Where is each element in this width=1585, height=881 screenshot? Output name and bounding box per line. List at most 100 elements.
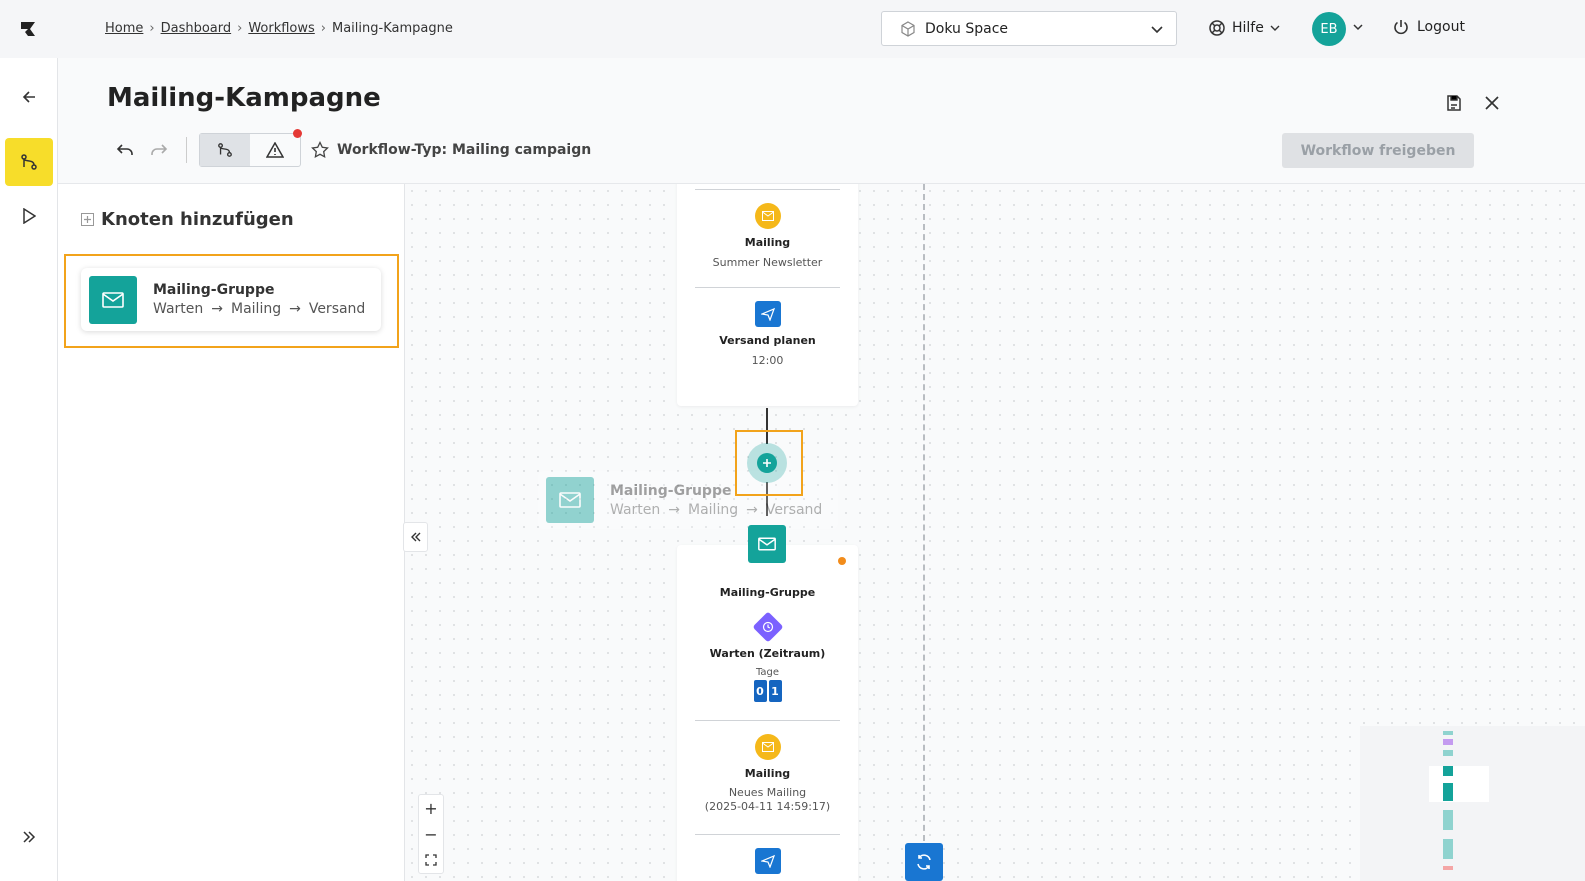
minimap-block [1443, 750, 1453, 756]
step-label: Mailing [688, 501, 739, 518]
workflow-type: Workflow-Typ: Mailing campaign [311, 141, 591, 159]
plus-square-icon [81, 213, 94, 226]
workflow-node-lower[interactable]: Mailing-Gruppe Warten (Zeitraum) Tage 0 … [677, 545, 858, 881]
minimap-block [1443, 783, 1453, 801]
chevron-down-icon [1151, 25, 1163, 33]
chevron-right-icon: › [149, 21, 155, 36]
step-name: Warten (Zeitraum) [709, 647, 826, 660]
logout-label: Logout [1417, 19, 1465, 35]
clock-icon [751, 611, 784, 643]
top-bar: Home › Dashboard › Workflows › Mailing-K… [58, 0, 1585, 58]
mail-icon [89, 275, 137, 324]
step-name: Versand planen [719, 334, 816, 347]
expand-rail-icon[interactable] [5, 813, 53, 861]
add-node-panel: Knoten hinzufügen Mailing-Gruppe Warten … [58, 184, 405, 881]
group-title: Mailing-Gruppe [677, 586, 858, 599]
workflow-view-button[interactable] [200, 134, 250, 166]
breadcrumb-workflows[interactable]: Workflows [248, 21, 314, 36]
help-label: Hilfe [1232, 20, 1264, 36]
undo-button[interactable] [108, 133, 142, 167]
breadcrumb-dashboard[interactable]: Dashboard [161, 21, 232, 36]
highlight-frame [735, 430, 803, 496]
step-name: Mailing [744, 236, 791, 249]
mail-icon [546, 477, 594, 523]
editor-header: Mailing-Kampagne Workflow-Typ: Mailing c… [58, 58, 1585, 184]
send-icon [754, 301, 781, 327]
collapse-panel-icon[interactable] [403, 522, 428, 552]
fit-view-icon[interactable] [419, 847, 443, 873]
warning-badge [293, 129, 302, 138]
mail-icon [754, 734, 781, 760]
breadcrumb-home[interactable]: Home [105, 21, 143, 36]
mailing-step[interactable]: Mailing Neues Mailing (2025-04-11 14:59:… [677, 734, 858, 813]
redo-icon [151, 144, 168, 155]
minimap-block [1443, 731, 1453, 735]
breadcrumb: Home › Dashboard › Workflows › Mailing-K… [105, 21, 453, 36]
save-icon[interactable] [1445, 94, 1463, 112]
minimap[interactable] [1360, 726, 1585, 881]
divider [695, 189, 840, 190]
workflow-type-label: Workflow-Typ: Mailing campaign [337, 142, 592, 158]
mailing-step[interactable]: Mailing Summer Newsletter [677, 203, 858, 269]
step-label: Warten [610, 501, 661, 518]
mail-icon [754, 203, 781, 229]
workflow-node-upper[interactable]: Mailing Summer Newsletter Versand planen… [677, 184, 858, 406]
step-detail: 12:00 [751, 354, 784, 367]
avatar[interactable]: EB [1312, 12, 1346, 46]
close-icon[interactable] [1483, 94, 1501, 112]
space-select-value: Doku Space [925, 20, 1009, 37]
app-logo[interactable] [0, 0, 58, 58]
divider [695, 720, 840, 721]
release-workflow-button[interactable]: Workflow freigeben [1282, 133, 1474, 168]
wait-unit: Tage [755, 667, 780, 678]
zoom-out-button[interactable]: − [419, 821, 443, 847]
minimap-viewport [1429, 766, 1489, 802]
left-rail [0, 0, 58, 881]
wait-step[interactable]: Warten (Zeitraum) Tage 0 1 [677, 611, 858, 702]
mail-icon [748, 525, 786, 563]
power-icon [1394, 20, 1408, 35]
wait-digit: 1 [768, 680, 782, 702]
back-arrow-icon[interactable] [5, 73, 53, 121]
dispatch-step[interactable] [677, 848, 858, 881]
workflow-editor-nav[interactable] [5, 138, 53, 186]
minimap-block [1443, 766, 1453, 776]
workflow-canvas[interactable]: Mailing Summer Newsletter Versand planen… [405, 184, 1585, 881]
step-detail: Summer Newsletter [712, 256, 823, 269]
add-node-title: Knoten hinzufügen [101, 209, 294, 230]
chevron-down-icon [1270, 25, 1280, 31]
space-select[interactable]: Doku Space [881, 11, 1177, 46]
step-label: Warten [153, 301, 204, 317]
minimap-block [1443, 739, 1453, 745]
view-toggle [199, 129, 302, 167]
chevron-right-icon: › [320, 21, 326, 36]
help-menu[interactable]: Hilfe [1208, 19, 1280, 37]
step-name: Mailing [744, 767, 791, 780]
play-icon[interactable] [5, 192, 53, 240]
minimap-block [1443, 810, 1453, 830]
dashed-guide [923, 184, 925, 881]
arrow-right-icon: → [289, 301, 301, 317]
zoom-in-button[interactable]: + [419, 795, 443, 821]
logout-button[interactable]: Logout [1393, 19, 1465, 35]
status-dot [838, 557, 846, 565]
editor-toolbar: Workflow-Typ: Mailing campaign [108, 129, 591, 168]
star-icon[interactable] [311, 141, 329, 159]
divider [695, 287, 840, 288]
arrow-right-icon: → [211, 301, 223, 317]
chevron-right-icon: › [237, 21, 243, 36]
dispatch-step[interactable]: Versand planen 12:00 [677, 301, 858, 367]
mailing-group-node-card[interactable]: Mailing-Gruppe Warten → Mailing → Versan… [81, 268, 381, 331]
redo-button[interactable] [142, 133, 176, 167]
step-detail: Neues Mailing [728, 786, 807, 799]
arrow-right-icon: → [746, 501, 758, 518]
minimap-block [1443, 866, 1453, 870]
warnings-button[interactable] [250, 134, 300, 166]
step-label: Mailing [231, 301, 282, 317]
arrow-right-icon: → [668, 501, 680, 518]
warning-icon [266, 142, 284, 158]
group-title-text: Mailing-Gruppe [719, 586, 816, 599]
lifebuoy-icon [1209, 20, 1225, 36]
chevron-down-icon[interactable] [1352, 21, 1364, 33]
sync-icon[interactable] [905, 843, 943, 881]
